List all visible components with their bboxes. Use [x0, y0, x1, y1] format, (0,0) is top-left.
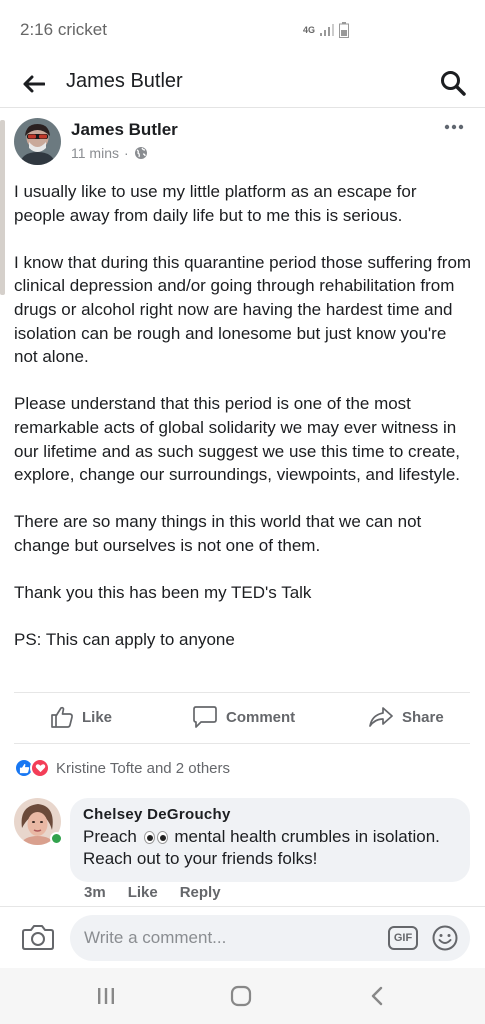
home-button[interactable]: [230, 985, 252, 1007]
comment-reply-link[interactable]: Reply: [180, 884, 221, 901]
camera-icon: [22, 925, 54, 950]
recents-icon: [98, 988, 114, 1004]
home-icon: [230, 985, 252, 1007]
camera-button[interactable]: [22, 923, 54, 951]
reactions-text: Kristine Tofte and 2 others: [56, 759, 230, 777]
comment-text: Preach mental health crumbles in isolati…: [83, 826, 458, 870]
search-button[interactable]: [436, 66, 470, 100]
post-body: I usually like to use my little platform…: [14, 180, 472, 675]
page-title: James Butler: [66, 70, 183, 92]
system-nav-bar: [0, 968, 485, 1024]
status-icons: 4G: [303, 20, 350, 40]
more-options-button[interactable]: [442, 118, 466, 136]
comment-label: Comment: [226, 708, 296, 726]
share-button[interactable]: Share: [368, 705, 444, 729]
eyes-emoji-icon: [143, 831, 168, 845]
smiley-icon: [432, 925, 458, 951]
comment-like-link[interactable]: Like: [128, 884, 158, 901]
comment-icon: [193, 706, 217, 728]
heart-reaction-icon: [30, 758, 50, 778]
comment-bubble[interactable]: Chelsey DeGrouchy Preach mental health c…: [70, 798, 470, 882]
share-icon: [369, 707, 393, 727]
post-header: James Butler 11 mins ·: [14, 118, 474, 168]
gif-button[interactable]: GIF: [388, 926, 418, 950]
comment-button[interactable]: Comment: [192, 705, 295, 729]
post-paragraph: PS: This can apply to anyone: [14, 630, 235, 650]
like-button[interactable]: Like: [50, 705, 112, 729]
more-icon: [444, 124, 464, 130]
post-paragraph: Thank you this has been my TED's Talk: [14, 583, 312, 603]
comment-meta: 3m Like Reply: [84, 884, 221, 901]
post-paragraph: I know that during this quarantine perio…: [14, 252, 472, 367]
back-button[interactable]: [18, 68, 50, 100]
search-icon: [441, 71, 466, 96]
network-type: 4G: [303, 24, 316, 35]
status-time-carrier: 2:16 cricket: [20, 20, 107, 40]
comment-input[interactable]: [84, 927, 374, 949]
comment-input-wrapper: GIF: [70, 915, 470, 961]
reactions-summary[interactable]: Kristine Tofte and 2 others: [14, 758, 230, 778]
globe-icon: [134, 147, 147, 159]
share-label: Share: [402, 708, 444, 726]
status-carrier: cricket: [57, 20, 107, 39]
system-back-button[interactable]: [368, 985, 386, 1007]
status-time: 2:16: [20, 20, 54, 39]
scroll-indicator: [0, 120, 5, 295]
online-status-dot: [50, 832, 63, 845]
post-actions: Like Comment Share: [14, 692, 470, 744]
thumbs-up-icon: [51, 706, 73, 728]
comment-text-end: mental health crumbles in isolation. Rea…: [83, 827, 440, 868]
comment-time: 3m: [84, 884, 106, 901]
commenter-name[interactable]: Chelsey DeGrouchy: [83, 806, 458, 823]
recents-button[interactable]: [96, 986, 116, 1006]
post-paragraph: I usually like to use my little platform…: [14, 182, 417, 225]
post-paragraph: Please understand that this period is on…: [14, 394, 461, 485]
meta-separator: ·: [123, 145, 129, 161]
battery-icon: [339, 22, 350, 38]
comment-text-start: Preach: [83, 827, 137, 846]
status-bar: 2:16 cricket 4G: [0, 0, 485, 60]
signal-icon: [320, 24, 335, 36]
arrow-left-icon: [23, 75, 45, 93]
post-meta: 11 mins ·: [71, 145, 148, 161]
like-label: Like: [82, 708, 113, 726]
author-photo: [14, 118, 61, 165]
chevron-left-icon: [371, 986, 383, 1006]
author-avatar[interactable]: [14, 118, 61, 165]
app-bar: James Butler: [0, 60, 485, 108]
author-name[interactable]: James Butler: [71, 120, 178, 140]
emoji-button[interactable]: [432, 925, 458, 951]
post-time[interactable]: 11 mins: [71, 145, 119, 161]
post-paragraph: There are so many things in this world t…: [14, 512, 422, 555]
comment-composer: GIF: [0, 906, 485, 968]
